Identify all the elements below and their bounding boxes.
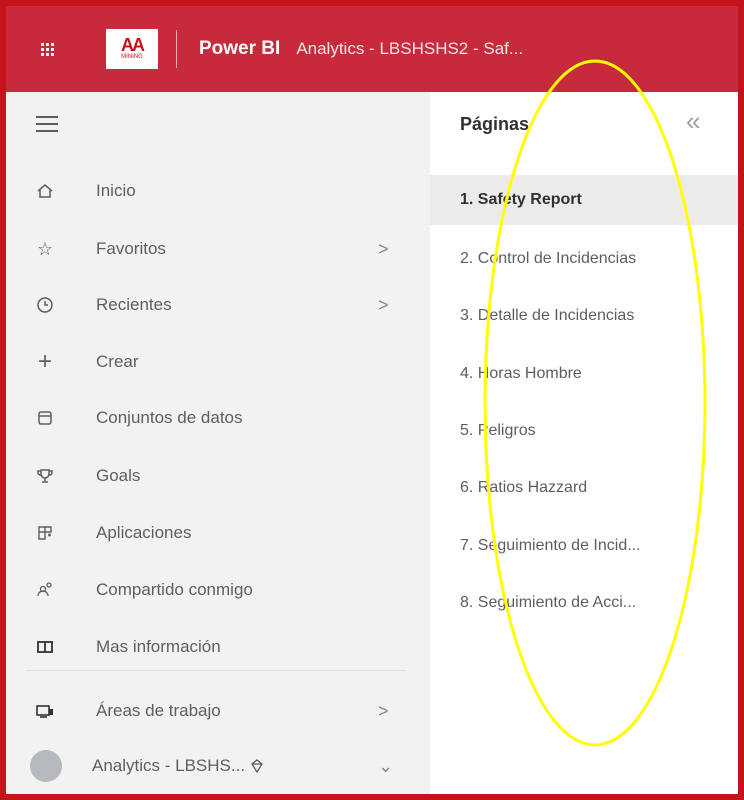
left-nav: Inicio ☆ Favoritos > Recientes > + Crear… [6,92,430,794]
premium-diamond-icon [251,759,263,774]
pages-title: Páginas [460,114,530,134]
book-icon [37,641,53,653]
nav-item-label: Analytics - LBSHS... [92,756,246,775]
chevron-right-icon[interactable]: > [378,701,389,722]
collapse-pane-icon[interactable]: « [686,106,700,137]
page-tab-peligros[interactable]: 5. Peligros [430,406,738,456]
nav-item-recientes[interactable]: Recientes > [6,285,430,325]
page-tab-ratios-hazzard[interactable]: 6. Ratios Hazzard [430,463,738,513]
nav-item-label: Favoritos [96,239,166,258]
nav-item-areas-de-trabajo[interactable]: Áreas de trabajo > [6,691,430,731]
nav-item-inicio[interactable]: Inicio [6,171,430,211]
nav-item-current-workspace[interactable]: Analytics - LBSHS... ⌄ [6,746,430,786]
nav-item-compartido-conmigo[interactable]: Compartido conmigo [6,570,430,610]
star-icon: ☆ [36,238,54,259]
waffle-icon [40,42,54,56]
nav-item-label: Recientes [96,295,172,314]
workspace-avatar [30,750,62,782]
app-frame: AA MINING Power BI Analytics - LBSHSHS2 … [0,0,744,800]
apps-icon [38,526,52,540]
page-tab-horas-hombre[interactable]: 4. Horas Hombre [430,349,738,399]
dataset-icon [38,411,52,425]
trophy-icon [37,469,53,483]
nav-item-label: Mas información [96,637,221,656]
chevron-right-icon[interactable]: > [378,295,389,316]
nav-item-label: Áreas de trabajo [96,701,221,720]
nav-item-label: Compartido conmigo [96,580,253,599]
chevron-down-icon[interactable]: ⌄ [378,756,393,777]
hamburger-icon[interactable] [36,116,58,137]
workspaces-icon [36,705,53,718]
app-launcher-button[interactable] [6,6,88,92]
nav-item-favoritos[interactable]: ☆ Favoritos > [6,229,430,269]
plus-icon: + [37,348,52,375]
page-tab-control-incidencias[interactable]: 2. Control de Incidencias [430,234,738,284]
pages-pane: Páginas « 1. Safety Report 2. Control de… [430,92,738,794]
chevron-right-icon[interactable]: > [378,239,389,260]
nav-divider [26,670,406,671]
nav-item-label: Aplicaciones [96,523,192,542]
nav-item-conjuntos-de-datos[interactable]: Conjuntos de datos [6,398,430,438]
nav-item-label: Goals [96,466,141,485]
logo-subtext: MINING [121,54,143,60]
nav-item-goals[interactable]: Goals [6,456,430,496]
page-tab-safety-report[interactable]: 1. Safety Report [430,175,738,225]
nav-item-label: Crear [96,352,139,371]
nav-item-label: Inicio [96,181,136,200]
company-logo[interactable]: AA MINING [106,29,158,69]
nav-item-aplicaciones[interactable]: Aplicaciones [6,513,430,553]
app-name[interactable]: Power BI [199,38,280,60]
home-icon [37,184,53,198]
shared-icon [37,582,52,597]
logo-mark: AA [121,35,145,55]
header-divider [176,30,177,68]
page-tab-seguimiento-incid[interactable]: 7. Seguimiento de Incid... [430,521,738,571]
nav-item-label: Conjuntos de datos [96,408,243,427]
nav-item-mas-informacion[interactable]: Mas información [6,627,430,667]
top-bar: AA MINING Power BI Analytics - LBSHSHS2 … [6,6,738,92]
page-tab-seguimiento-acci[interactable]: 8. Seguimiento de Acci... [430,578,738,628]
nav-item-crear[interactable]: + Crear [6,342,430,382]
page-tab-detalle-incidencias[interactable]: 3. Detalle de Incidencias [430,291,738,341]
clock-icon [37,297,53,313]
report-title: Analytics - LBSHSHS2 - Saf... [296,39,524,58]
